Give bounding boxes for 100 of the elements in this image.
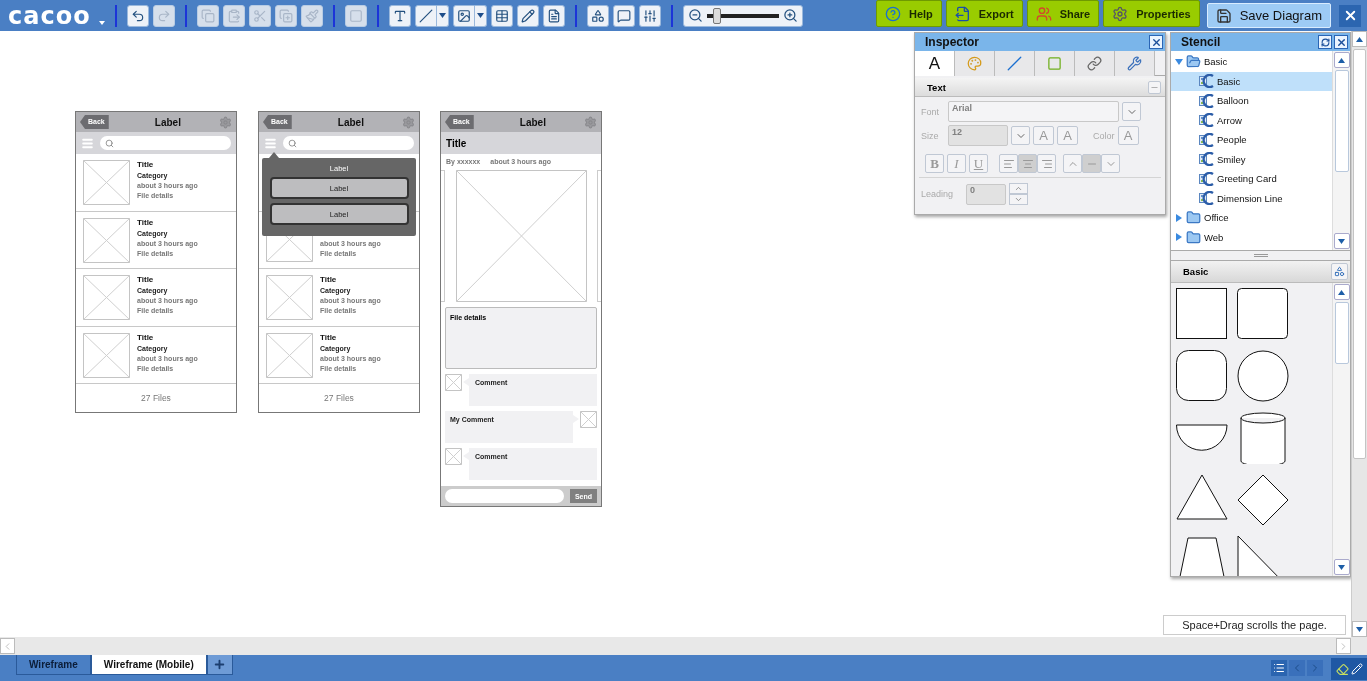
redo-icon	[156, 8, 171, 23]
page-list-button[interactable]	[1271, 660, 1287, 676]
refresh-button[interactable]	[1318, 35, 1332, 49]
collapse-button[interactable]	[1148, 80, 1161, 94]
stencil-item[interactable]: Balloon	[1171, 91, 1332, 111]
stencil-item[interactable]: Smiley	[1171, 149, 1332, 169]
font-field[interactable]: Arial	[948, 101, 1119, 122]
spin-down-button[interactable]	[1009, 194, 1028, 205]
image-placeholder	[266, 235, 313, 262]
scroll-down-button[interactable]	[1333, 233, 1350, 249]
folder-label: Web	[1204, 231, 1224, 243]
inspector-tab[interactable]	[1075, 51, 1115, 76]
stencil-item[interactable]: Greeting Card	[1171, 169, 1332, 189]
folder-item[interactable]: Web	[1171, 227, 1332, 247]
stencil-icon	[1199, 191, 1214, 206]
item-title: Title	[320, 332, 338, 343]
inspector-tab[interactable]	[1115, 51, 1155, 76]
page-tab[interactable]: Wireframe (Mobile)	[90, 655, 207, 675]
shapes-icon	[590, 8, 605, 23]
zoom-in-icon[interactable]	[782, 8, 798, 23]
image-placeholder	[445, 374, 462, 391]
pencil-icon	[520, 8, 535, 23]
align-button[interactable]	[1037, 154, 1056, 173]
plus-icon	[213, 658, 227, 671]
brush-icon	[304, 8, 319, 23]
table-tool-button[interactable]	[490, 4, 513, 27]
soft-square-shape[interactable]	[1176, 350, 1228, 402]
file-count: 27 Files	[324, 393, 354, 403]
sliders-tool-button[interactable]	[638, 4, 661, 27]
export-icon	[954, 5, 971, 22]
collapsed-caret-icon	[1175, 213, 1183, 222]
app-logo[interactable]: cacoo	[8, 3, 91, 28]
caret-icon[interactable]	[98, 20, 105, 25]
cylinder-shape[interactable]	[1237, 412, 1289, 464]
inspector-tab[interactable]: A	[915, 51, 955, 76]
folder-item[interactable]: Office	[1171, 208, 1332, 228]
scroll-down-button[interactable]	[1352, 621, 1367, 637]
image-placeholder	[83, 217, 130, 263]
diamond-shape[interactable]	[1237, 474, 1289, 526]
stencil-item[interactable]: Basic	[1171, 71, 1332, 91]
scroll-thumb[interactable]	[1334, 302, 1349, 364]
scroll-up-button[interactable]	[1333, 52, 1350, 68]
nav-title: Label	[154, 116, 181, 128]
folder-icon	[1186, 54, 1201, 70]
text-tool-button[interactable]	[388, 4, 411, 27]
align-button[interactable]	[999, 154, 1018, 173]
close-button[interactable]	[1339, 4, 1361, 27]
document-icon	[546, 8, 561, 23]
rounded-square-shape[interactable]	[1237, 288, 1289, 340]
zoom-out-icon[interactable]	[687, 8, 703, 23]
properties-button[interactable]: Properties	[1103, 0, 1200, 27]
pencil-tool-button[interactable]	[516, 4, 539, 27]
folder-icon	[1186, 229, 1201, 245]
scroll-down-button[interactable]	[1333, 559, 1350, 575]
scroll-thumb[interactable]	[1334, 70, 1349, 172]
scroll-thumb[interactable]	[1353, 49, 1366, 459]
tools-button[interactable]	[1331, 658, 1367, 680]
field-label: Font	[921, 106, 940, 117]
spin-up-button[interactable]	[1009, 183, 1028, 194]
stencil-label: Smiley	[1217, 153, 1246, 165]
clipboard-icon	[226, 8, 241, 23]
square-shape[interactable]	[1176, 288, 1228, 340]
add-page-button[interactable]	[206, 655, 233, 675]
file-count: 27 Files	[141, 393, 171, 403]
message-field[interactable]	[445, 489, 564, 503]
save-button[interactable]: Save Diagram	[1206, 3, 1331, 28]
stencil-item[interactable]: People	[1171, 130, 1332, 150]
search-field[interactable]	[283, 136, 414, 150]
page-tab[interactable]: Wireframe	[16, 655, 91, 675]
folder-item[interactable]: Basic	[1171, 52, 1332, 72]
image-placeholder	[266, 275, 313, 320]
search-field[interactable]	[100, 136, 231, 150]
comment-tool-button[interactable]	[612, 4, 635, 27]
image-tool-button[interactable]	[452, 4, 475, 27]
form-tool-button[interactable]	[542, 4, 565, 27]
circle-shape[interactable]	[1237, 350, 1289, 402]
export-button[interactable]: Export	[945, 0, 1023, 27]
line-tool-button[interactable]	[414, 4, 437, 27]
help-button[interactable]: Help	[875, 0, 942, 27]
scroll-up-button[interactable]	[1333, 284, 1350, 300]
share-button[interactable]: Share	[1026, 0, 1100, 27]
undo-tool-button[interactable]	[126, 4, 149, 27]
stencil-item[interactable]: Dimension Line	[1171, 188, 1332, 208]
palette-menu-button[interactable]	[1331, 263, 1348, 280]
item-title: Title	[137, 332, 155, 343]
slider-thumb[interactable]	[713, 7, 722, 24]
shapes-tool-button[interactable]	[586, 4, 609, 27]
section-title: Text	[927, 81, 946, 93]
close-button[interactable]	[1149, 35, 1163, 49]
scroll-up-button[interactable]	[1352, 31, 1367, 47]
stencil-label: Balloon	[1217, 95, 1249, 107]
stencil-item[interactable]: Arrow	[1171, 110, 1332, 130]
caret-icon	[1338, 289, 1345, 295]
line-icon	[418, 8, 433, 23]
caret-icon	[1338, 57, 1345, 63]
close-button[interactable]	[1334, 35, 1348, 49]
search-icon	[105, 138, 114, 148]
field-label: Leading	[921, 189, 955, 199]
save-icon	[1215, 7, 1232, 24]
caret-icon	[1356, 36, 1363, 42]
